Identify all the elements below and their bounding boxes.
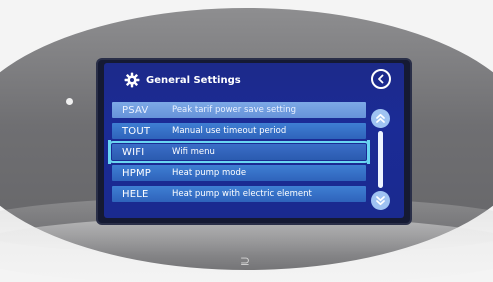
- double-chevron-up-icon: [376, 113, 385, 123]
- screen-title: General Settings: [146, 74, 241, 86]
- scrollbar-track[interactable]: [378, 131, 383, 188]
- screen-header: General Settings: [124, 72, 241, 88]
- menu-item-description: Heat pump mode: [172, 168, 247, 178]
- menu-item-description: Heat pump with electric element: [172, 189, 312, 199]
- panel-stripe: [0, 216, 493, 282]
- menu-item-code: TOUT: [122, 125, 151, 137]
- device-photo: ⊇ General Settings PSAV Peak tarif power…: [0, 0, 493, 282]
- menu-item-code: WIFI: [122, 146, 145, 158]
- double-chevron-down-icon: [376, 196, 385, 206]
- menu-item-wifi[interactable]: WIFI Wifi menu: [108, 140, 370, 164]
- menu-item-description: Peak tarif power save setting: [172, 105, 297, 115]
- settings-menu-list: PSAV Peak tarif power save setting TOUT …: [108, 102, 370, 207]
- menu-item-code: HPMP: [122, 167, 152, 179]
- menu-item-psav[interactable]: PSAV Peak tarif power save setting: [112, 102, 366, 118]
- touch-screen: General Settings PSAV Peak tarif power s…: [104, 63, 404, 218]
- indicator-light: [66, 98, 73, 105]
- gear-icon: [124, 72, 140, 88]
- menu-item-code: HELE: [122, 188, 149, 200]
- menu-item-hele[interactable]: HELE Heat pump with electric element: [112, 186, 366, 202]
- selection-bracket-right: [367, 140, 370, 164]
- scroll-up-button[interactable]: [371, 109, 390, 128]
- back-button[interactable]: [371, 69, 391, 89]
- scrollbar-thumb[interactable]: [378, 131, 383, 188]
- menu-item-description: Wifi menu: [172, 147, 215, 157]
- brand-logo: ⊇: [239, 254, 251, 268]
- scroll-down-button[interactable]: [371, 191, 390, 210]
- back-chevron-icon: [378, 74, 384, 84]
- selection-bracket-left: [108, 140, 111, 164]
- menu-item-code: PSAV: [122, 104, 149, 116]
- menu-item-tout[interactable]: TOUT Manual use timeout period: [112, 123, 366, 139]
- menu-item-description: Manual use timeout period: [172, 126, 287, 136]
- menu-item-hpmp[interactable]: HPMP Heat pump mode: [112, 165, 366, 181]
